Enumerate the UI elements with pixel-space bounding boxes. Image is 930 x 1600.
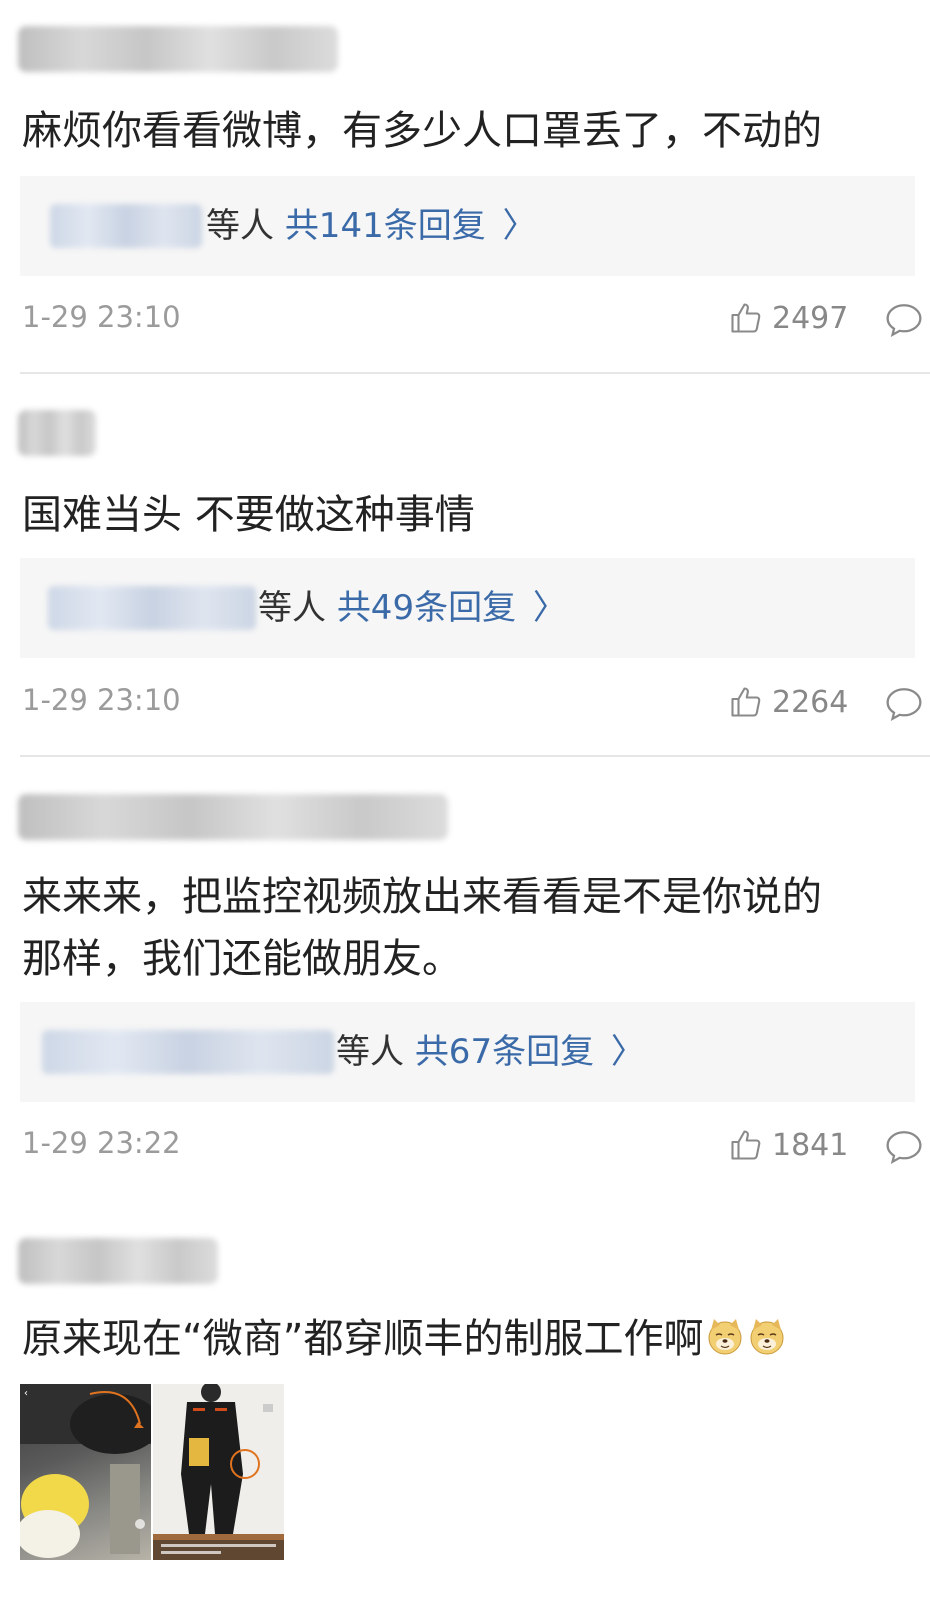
comment-text-line-2: 那样，我们还能做朋友。 (22, 936, 462, 982)
comment-text: 国难当头 不要做这种事情 (22, 492, 475, 538)
reply-etc-label: 等人 (206, 206, 274, 246)
attached-image[interactable]: ‹ (20, 1384, 284, 1560)
comment-timestamp: 1-29 23:22 (22, 1126, 181, 1160)
thumbs-up-icon (731, 687, 761, 717)
chevron-right-icon: 〉 (532, 588, 567, 628)
reply-usernames-blurred (50, 204, 202, 248)
comment-bubble-icon[interactable] (884, 686, 924, 722)
comment-bubble-icon[interactable] (884, 302, 924, 338)
comment-text: 麻烦你看看微博，有多少人口罩丢了，不动的 (22, 108, 822, 154)
reply-summary-text: 等人 共49条回复 〉 (258, 586, 567, 630)
chevron-right-icon: 〉 (610, 1032, 645, 1072)
thumbs-up-icon (731, 303, 761, 333)
comment-bubble-icon[interactable] (884, 1129, 924, 1165)
reply-summary[interactable]: 等人 共67条回复 〉 (20, 1002, 915, 1102)
reply-count-link[interactable]: 共141条回复 (285, 206, 486, 246)
reply-count-link[interactable]: 共49条回复 (337, 588, 516, 628)
like-button[interactable]: 2264 (728, 684, 848, 720)
like-button[interactable]: 2497 (728, 300, 848, 336)
svg-text:‹: ‹ (24, 1388, 28, 1399)
photo-person-in-courier-uniform (153, 1384, 284, 1560)
comment-text: 原来现在“微商”都穿顺丰的制服工作啊 (22, 1308, 917, 1370)
like-count: 2264 (772, 684, 849, 720)
username-blurred[interactable] (18, 794, 448, 840)
reply-etc-label: 等人 (258, 588, 326, 628)
username-blurred[interactable] (18, 26, 338, 72)
username-blurred[interactable] (18, 1238, 218, 1284)
reply-count-link[interactable]: 共67条回复 (415, 1032, 594, 1072)
comment-timestamp: 1-29 23:10 (22, 683, 181, 717)
reply-summary[interactable]: 等人 共49条回复 〉 (20, 558, 915, 658)
photo-masks-on-car-seat: ‹ (20, 1384, 151, 1560)
doge-emoji-icon (708, 1319, 742, 1355)
chevron-right-icon: 〉 (502, 206, 537, 246)
divider (20, 372, 930, 374)
reply-summary[interactable]: 等人 共141条回复 〉 (20, 176, 915, 276)
reply-usernames-blurred (48, 586, 256, 630)
like-count: 2497 (772, 300, 849, 336)
reply-summary-text: 等人 共67条回复 〉 (336, 1030, 645, 1074)
comment-timestamp: 1-29 23:10 (22, 300, 181, 334)
divider (20, 755, 930, 757)
like-count: 1841 (772, 1127, 849, 1163)
reply-usernames-blurred (42, 1030, 334, 1074)
username-blurred[interactable] (18, 410, 96, 456)
reply-etc-label: 等人 (336, 1032, 404, 1072)
comment-text-content: 原来现在“微商”都穿顺丰的制服工作啊 (22, 1316, 704, 1362)
comment-text-line-1: 来来来，把监控视频放出来看看是不是你说的 (22, 874, 822, 920)
thumbs-up-icon (731, 1130, 761, 1160)
doge-emoji-icon (750, 1319, 784, 1355)
like-button[interactable]: 1841 (728, 1127, 848, 1163)
reply-summary-text: 等人 共141条回复 〉 (206, 204, 537, 248)
